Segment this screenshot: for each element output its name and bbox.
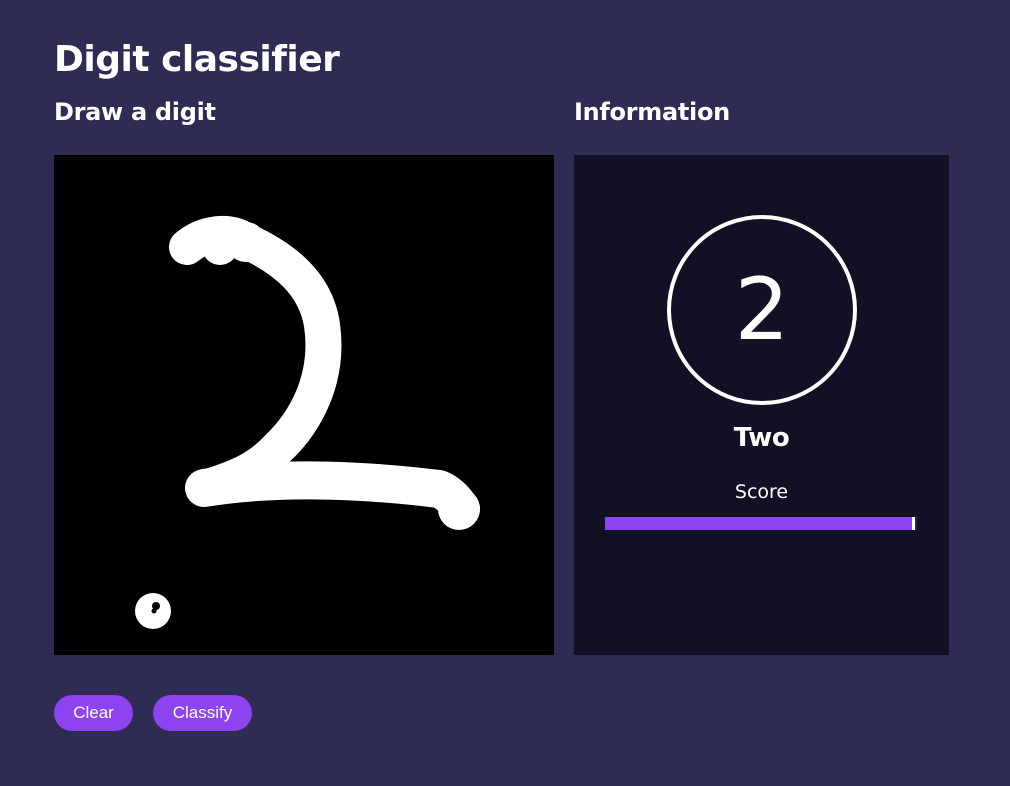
prediction-label: Two	[733, 423, 790, 453]
drawn-digit-stroke	[135, 215, 480, 629]
clear-button[interactable]: Clear	[54, 695, 133, 731]
info-section-title: Information	[574, 98, 730, 126]
prediction-digit: 2	[734, 260, 790, 360]
score-bar-fill	[605, 517, 915, 530]
drawing-canvas[interactable]	[54, 155, 554, 655]
draw-section-title: Draw a digit	[54, 98, 216, 126]
score-bar	[605, 517, 917, 530]
score-bar-marker	[912, 517, 915, 530]
classify-button[interactable]: Classify	[153, 695, 252, 731]
score-label: Score	[734, 481, 789, 503]
prediction-circle: 2	[667, 215, 857, 405]
page-title: Digit classifier	[54, 39, 340, 80]
information-panel: 2 Two Score	[574, 155, 949, 655]
